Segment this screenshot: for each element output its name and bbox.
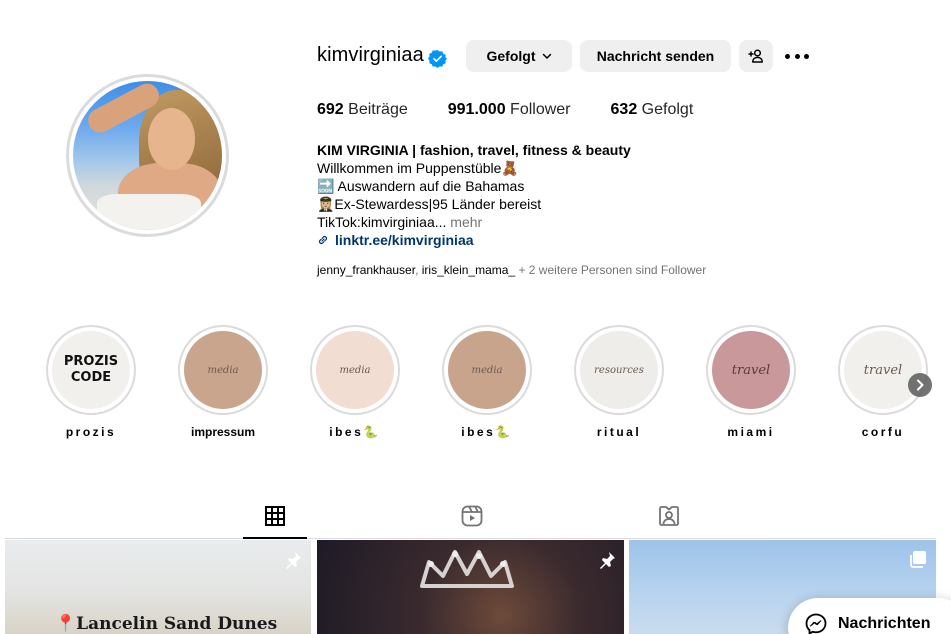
more-options-icon[interactable] [785,46,809,66]
bio-line: 👩🏼‍✈️Ex-Stewardess|95 Länder bereist [317,196,542,212]
post-thumbnail[interactable]: 📍Lancelin Sand Dunes [5,540,311,634]
highlight-label: miami [727,425,775,439]
highlight-ibes-1[interactable]: media ibes🐍 [310,325,400,439]
profile-avatar[interactable] [66,74,229,237]
post-thumbnail[interactable] [317,540,624,634]
avatar-image [73,81,222,230]
profile-bio: KIM VIRGINIA | fashion, travel, fitness … [317,141,877,249]
send-message-button[interactable]: Nachricht senden [580,40,731,72]
crown-image [420,550,514,588]
highlight-label: corfu [861,425,905,439]
following-stat[interactable]: 632 Gefolgt [611,101,694,119]
profile-page: kimvirginiaa Gefolgt Nachricht senden 69… [0,0,951,634]
bio-external-link[interactable]: linktr.ee/kimvirginiaa [317,231,877,249]
highlight-impressum[interactable]: media impressum [178,325,268,439]
highlights-next-button[interactable] [908,373,932,397]
following-button[interactable]: Gefolgt [466,40,572,72]
followers-stat[interactable]: 991.000 Follower [448,101,571,119]
post-caption: 📍Lancelin Sand Dunes [55,614,278,634]
highlight-miami[interactable]: travel miami [706,325,796,439]
profile-stats: 692 Beiträge 991.000 Follower 632 Gefolg… [317,101,733,119]
suggest-users-button[interactable] [739,40,773,72]
followed-by[interactable]: jenny_frankhauser, iris_klein_mama_ + 2 … [317,263,706,277]
profile-username: kimvirginiaa [317,44,424,66]
tabs-divider [5,538,936,539]
chevron-down-icon [542,53,551,60]
link-icon [318,235,328,245]
highlight-label: ibes🐍 [329,425,381,439]
highlight-cover: media [316,331,394,409]
bio-name: KIM VIRGINIA | fashion, travel, fitness … [317,142,631,158]
highlight-cover: resources [580,331,658,409]
bio-line: 🔜 Auswandern auf die Bahamas [317,178,525,194]
highlight-cover: travel [712,331,790,409]
highlight-ibes-2[interactable]: media ibes🐍 [442,325,532,439]
posts-stat: 692 Beiträge [317,101,408,118]
following-button-label: Gefolgt [486,48,536,64]
highlight-cover: media [448,331,526,409]
messenger-icon [805,613,827,634]
highlight-cover: media [184,331,262,409]
bio-link-text: linktr.ee/kimvirginiaa [335,232,474,248]
pin-icon [286,552,301,569]
pin-icon [600,552,615,569]
highlight-cover: travel [844,331,922,409]
highlight-cover: PROZIS CODE [52,331,130,409]
chevron-right-icon [917,379,924,391]
verified-badge-icon [428,49,447,68]
highlight-ritual[interactable]: resources ritual [574,325,664,439]
add-person-icon [748,49,763,63]
bio-line: Willkommen im Puppenstüble🧸 [317,160,519,176]
highlight-label: impressum [190,425,256,439]
tagged-icon[interactable] [657,504,681,528]
highlight-label: prozis [65,425,117,439]
bio-more-link[interactable]: mehr [450,214,482,230]
send-message-label: Nachricht senden [596,48,715,64]
highlight-label: ibes🐍 [461,425,513,439]
highlight-prozis[interactable]: PROZIS CODE prozis [46,325,136,439]
active-tab-indicator [243,537,307,539]
messages-button[interactable]: Nachrichten [788,598,951,634]
grid-icon[interactable] [263,504,287,528]
carousel-icon [910,551,926,568]
messages-label: Nachrichten [838,615,931,632]
highlight-label: ritual [596,425,642,439]
bio-line: TikTok:kimvirginiaa... mehr [317,214,483,230]
reels-icon[interactable] [460,504,484,528]
